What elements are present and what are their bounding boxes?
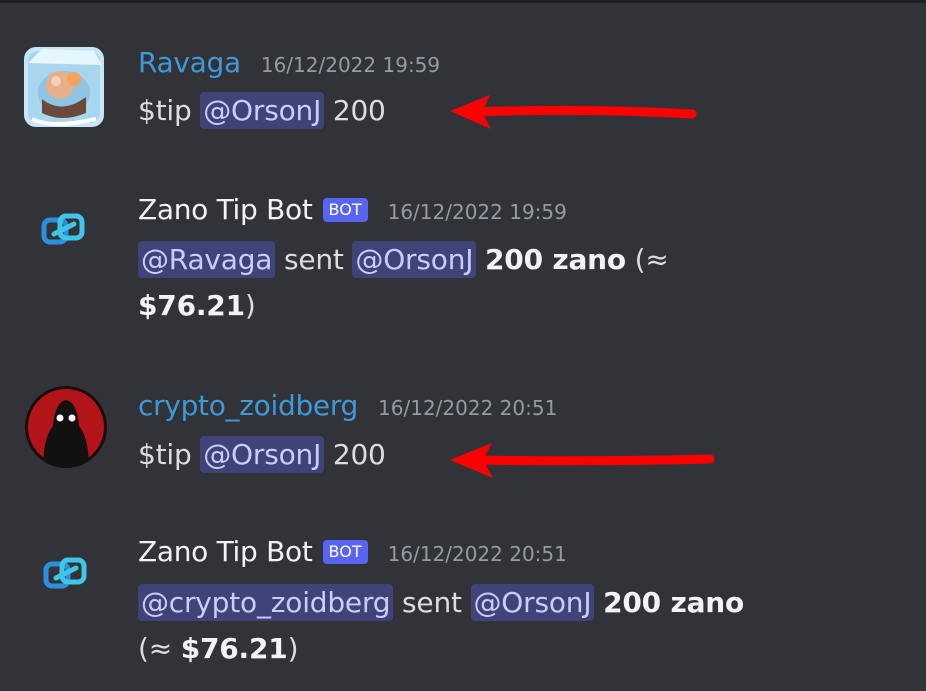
username[interactable]: Zano Tip Bot [138, 535, 313, 568]
message-text: 200 [332, 438, 386, 471]
timestamp: 16/12/2022 19:59 [387, 200, 567, 224]
message-text: sent [402, 586, 462, 619]
zano-link-icon[interactable] [40, 206, 88, 254]
usd-value: $76.21 [180, 632, 288, 665]
user-mention[interactable]: @OrsonJ [200, 92, 325, 129]
user-mention[interactable]: @OrsonJ [200, 436, 325, 473]
bot-badge: BOT [322, 198, 368, 222]
ice-cube-avatar[interactable] [22, 43, 106, 129]
message-text: (≈ [634, 243, 669, 276]
message-text: sent [283, 243, 344, 276]
red-arrow-pointer [450, 443, 715, 478]
user-mention[interactable]: @OrsonJ [352, 241, 477, 278]
message-text: $tip [138, 438, 192, 471]
timestamp: 16/12/2022 20:51 [387, 542, 567, 566]
red-arrow-pointer [450, 95, 697, 129]
tip-amount: 200 zano [603, 586, 745, 619]
timestamp: 16/12/2022 20:51 [378, 396, 558, 420]
zano-link-icon[interactable] [42, 550, 90, 598]
tip-amount: 200 zano [485, 243, 626, 276]
username[interactable]: Zano Tip Bot [138, 193, 313, 226]
top-border [0, 0, 926, 3]
message-text: $tip [138, 94, 192, 127]
hooded-figure-avatar[interactable] [25, 386, 107, 468]
user-mention[interactable]: @OrsonJ [470, 584, 595, 621]
user-mention[interactable]: @Ravaga [138, 241, 276, 278]
timestamp: 16/12/2022 19:59 [260, 53, 441, 77]
username[interactable]: crypto_zoidberg [138, 389, 358, 422]
message-text: 200 [332, 94, 386, 127]
message-text: (≈ [138, 632, 172, 665]
message-text: ) [287, 632, 299, 665]
username[interactable]: Ravaga [138, 46, 241, 79]
bot-badge: BOT [322, 540, 368, 564]
usd-value: $76.21 [138, 289, 245, 322]
message-text: ) [244, 289, 256, 322]
user-mention[interactable]: @crypto_zoidberg [138, 584, 394, 621]
